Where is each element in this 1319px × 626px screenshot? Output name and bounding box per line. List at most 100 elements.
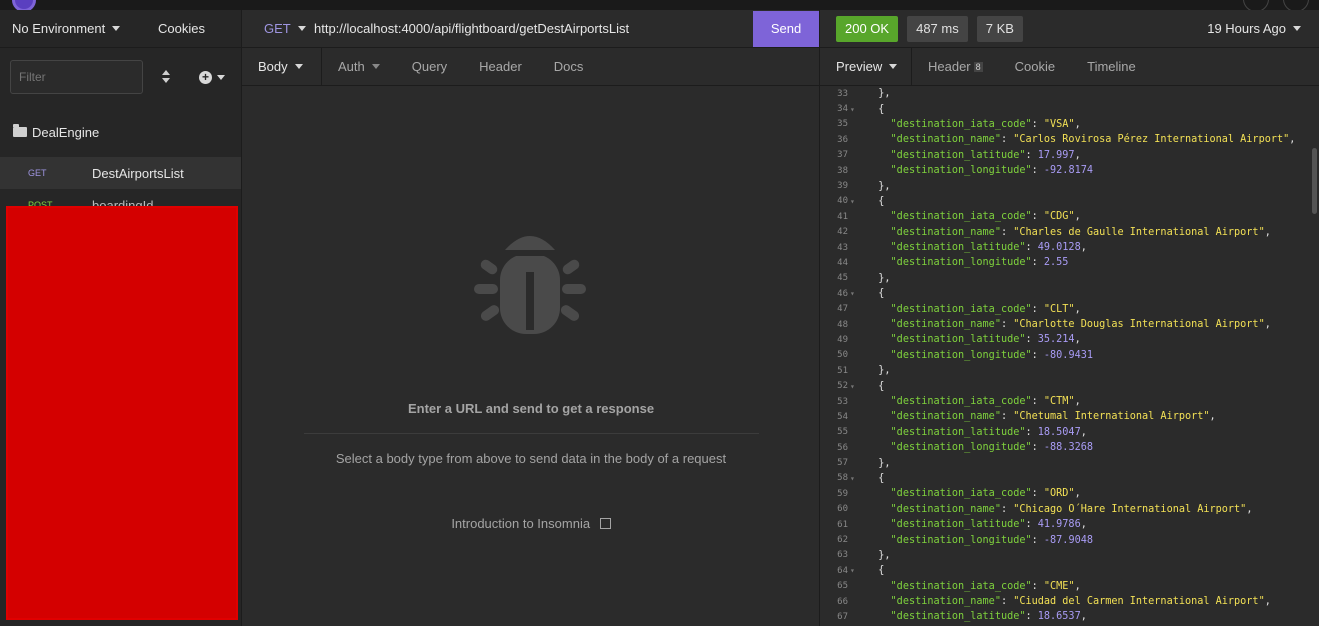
code-text: }, [866,365,891,377]
filter-input[interactable] [10,60,143,94]
line-number: 60 [837,504,848,515]
cookies-button[interactable]: Cookies [158,21,205,36]
code-text: { [866,565,885,577]
url-input[interactable]: http://localhost:4000/api/flightboard/ge… [308,21,753,36]
response-tabs: Preview Header 8 Cookie Timeline [820,47,1319,86]
json-string: "VSA" [1043,118,1075,130]
code-line: 49 "destination_latitude": 35.214, [820,332,1312,347]
fold-caret-icon: ▾ [850,289,855,299]
json-key: "destination_name" [890,596,1001,608]
json-string: "Chetumal International Airport" [1013,411,1210,423]
code-text: "destination_name": "Ciudad del Carmen I… [860,596,1271,607]
json-colon: : [1025,334,1038,346]
empty-state-title: Enter a URL and send to get a response [407,401,655,416]
line-number: 41 [837,211,848,222]
line-number: 48 [837,319,848,330]
json-key: "destination_iata_code" [890,396,1032,407]
json-colon: : [1031,534,1044,546]
json-comma: , [1074,149,1081,161]
size-badge: 7 KB [976,15,1023,42]
line-number: 45 [837,273,848,284]
fold-caret-icon: ▾ [850,196,855,206]
history-dropdown[interactable]: 19 Hours Ago [1207,21,1301,36]
tab-query[interactable]: Query [396,48,463,86]
request-pane: GET http://localhost:4000/api/flightboar… [242,10,820,626]
json-colon: : [1031,442,1044,454]
code-line: 59 "destination_iata_code": "ORD", [820,486,1312,501]
tab-header[interactable]: Header [463,48,538,86]
code-line: 55 "destination_latitude": 18.5047, [820,425,1312,440]
tab-preview[interactable]: Preview [820,47,912,86]
json-key: "destination_name" [890,503,1001,515]
add-plus-icon[interactable]: + [199,70,212,84]
json-colon: : [1031,396,1044,407]
code-text: "destination_iata_code": "CME", [860,581,1081,592]
environment-dropdown[interactable]: No Environment [0,21,140,36]
code-text: "destination_name": "Chetumal Internatio… [860,411,1216,422]
chevron-down-icon [112,26,121,31]
json-key: "destination_longitude" [890,257,1032,269]
tab-auth[interactable]: Auth [322,48,396,86]
json-comma: , [1209,411,1216,423]
json-number: -87.9048 [1043,534,1093,546]
tab-response-header[interactable]: Header 8 [912,48,999,86]
workspace-name: DealEngine [32,124,100,140]
code-line: 36 "destination_name": "Carlos Rovirosa … [820,132,1312,147]
header-count-badge: 8 [973,61,983,72]
code-text: }, [866,549,891,561]
json-colon: : [1025,242,1038,254]
line-number: 33 [837,88,848,99]
sidebar-header: No Environment Cookies [0,10,241,48]
json-comma: , [1080,611,1087,623]
workspace-folder[interactable]: DealEngine [0,98,241,146]
json-colon: : [1031,211,1044,223]
json-colon: : [1000,134,1014,146]
line-number: 46 [837,288,848,299]
tab-cookie[interactable]: Cookie [999,48,1071,86]
json-key: "destination_latitude" [890,242,1026,254]
code-line: 62 "destination_longitude": -87.9048 [820,532,1312,547]
code-text: "destination_iata_code": "VSA", [860,119,1081,130]
code-text: "destination_longitude": -87.9048 [860,535,1093,546]
method-dropdown[interactable]: GET [242,21,308,36]
intro-link[interactable]: Introduction to Insomnia [242,516,820,531]
code-line: 66 "destination_name": "Ciudad del Carme… [820,594,1312,609]
json-key: "destination_longitude" [890,442,1032,454]
code-text: "destination_longitude": 2.55 [860,257,1069,269]
tab-timeline[interactable]: Timeline [1071,48,1152,86]
line-number: 67 [837,611,848,622]
json-colon: : [1025,519,1038,531]
tab-label: Body [258,59,288,74]
scrollbar[interactable] [1312,148,1317,214]
chevron-down-icon [1293,26,1301,31]
bug-icon [474,236,586,334]
send-button[interactable]: Send [753,10,819,47]
line-number: 52 [837,381,848,392]
code-line: 56 "destination_longitude": -88.3268 [820,440,1312,455]
line-number: 39 [837,181,848,192]
json-number: 49.0128 [1037,242,1081,254]
line-number: 59 [837,488,848,499]
tab-label: Auth [338,59,365,74]
tab-docs[interactable]: Docs [538,48,600,86]
line-number: 38 [837,165,848,176]
line-number: 51 [837,365,848,376]
code-line: 35 "destination_iata_code": "VSA", [820,117,1312,132]
json-preview[interactable]: 33 }, 34 ▾ {35 "destination_iata_code": "V… [820,86,1312,626]
code-line: 43 "destination_latitude": 49.0128, [820,240,1312,255]
code-line: 42 "destination_name": "Charles de Gaull… [820,225,1312,240]
json-key: "destination_name" [890,134,1001,146]
code-line: 57 }, [820,455,1312,470]
sort-icon[interactable] [161,70,171,84]
code-text: "destination_longitude": -92.8174 [860,165,1093,176]
line-number: 64 [837,565,848,576]
fold-caret-icon: ▾ [850,473,855,483]
tab-body[interactable]: Body [242,47,322,86]
json-comma: , [1080,426,1087,438]
sidebar-request-get[interactable]: GET DestAirportsList [0,157,241,189]
code-text: "destination_iata_code": "CLT", [860,304,1081,315]
chevron-down-icon[interactable] [217,74,225,80]
